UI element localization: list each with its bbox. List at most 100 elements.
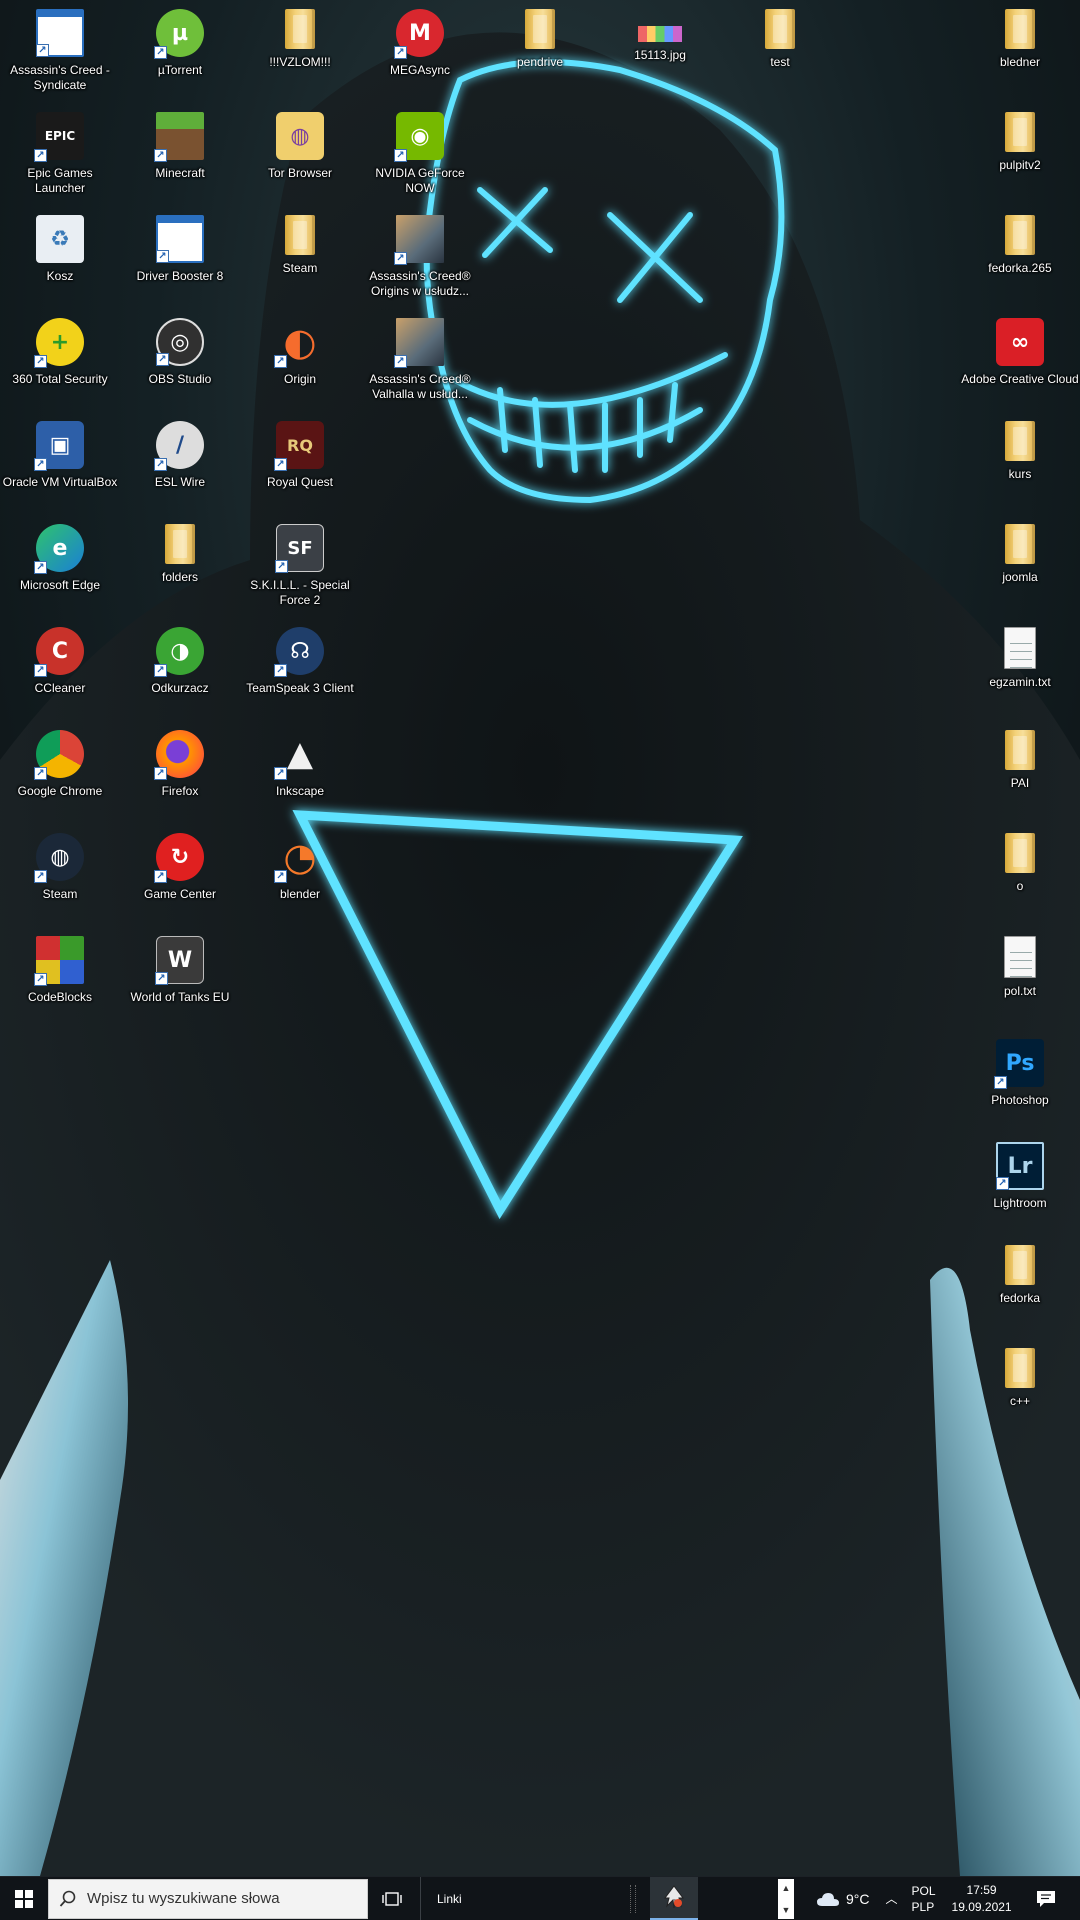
- desktop-icon-pulpitv2[interactable]: pulpitv2: [960, 103, 1080, 203]
- keyboard-layout-code: PLP: [911, 1899, 935, 1914]
- desktop-icon-origin[interactable]: ◐ ↗ Origin: [240, 309, 360, 409]
- scroll-down-icon[interactable]: ▼: [782, 1901, 791, 1919]
- scroll-up-icon[interactable]: ▲: [782, 1879, 791, 1897]
- desktop-icon-fedorka-265[interactable]: fedorka.265: [960, 206, 1080, 306]
- desktop-icon-folders[interactable]: folders: [120, 515, 240, 615]
- shortcut-arrow-icon: ↗: [994, 1076, 1007, 1089]
- desktop-icon-label: µTorrent: [157, 63, 203, 77]
- desktop-icon-teamspeak[interactable]: ☊ ↗ TeamSpeak 3 Client: [240, 618, 360, 718]
- toolbar-scroll-arrows[interactable]: ▲ ▼: [778, 1878, 794, 1919]
- search-input[interactable]: [87, 1890, 347, 1907]
- desktop-icon-skill-sf2[interactable]: SF ↗ S.K.I.L.L. - Special Force 2: [240, 515, 360, 615]
- folder-icon: [765, 9, 795, 49]
- desktop-icon-ac-valhalla[interactable]: ↗ Assassin's Creed® Valhalla w usłud...: [360, 309, 480, 409]
- desktop-icon-360-total-security[interactable]: + ↗ 360 Total Security: [0, 309, 120, 409]
- desktop-icon-pendrive[interactable]: pendrive: [480, 0, 600, 100]
- desktop-icon-joomla[interactable]: joomla: [960, 515, 1080, 615]
- desktop-icon-edge[interactable]: e ↗ Microsoft Edge: [0, 515, 120, 615]
- shortcut-arrow-icon: ↗: [34, 870, 47, 883]
- desktop-icon-ccleaner[interactable]: C ↗ CCleaner: [0, 618, 120, 718]
- folder-icon: [1005, 9, 1035, 49]
- odkurzacz-icon: ◑ ↗: [154, 627, 204, 677]
- desktop-icon-codeblocks[interactable]: ↗ CodeBlocks: [0, 927, 120, 1027]
- desktop-icon-test[interactable]: test: [720, 0, 840, 100]
- desktop-icon-nvidia-geforce-now[interactable]: ◉ ↗ NVIDIA GeForce NOW: [360, 103, 480, 203]
- desktop-icon-firefox[interactable]: ↗ Firefox: [120, 721, 240, 821]
- taskbar-clock[interactable]: 17:59 19.09.2021: [952, 1882, 1012, 1916]
- desktop-icon-virtualbox[interactable]: ▣ ↗ Oracle VM VirtualBox: [0, 412, 120, 512]
- desktop-icon-lightroom[interactable]: Lr ↗ Lightroom: [960, 1133, 1080, 1233]
- desktop-icon-label: Kosz: [46, 269, 74, 283]
- desktop-icon-label: Assassin's Creed® Valhalla w usłud...: [369, 372, 471, 401]
- action-center-button[interactable]: [1032, 1890, 1060, 1908]
- desktop-icon-label: Game Center: [143, 887, 217, 901]
- folder-icon: [1005, 833, 1035, 873]
- desktop-icon-blender[interactable]: ◔ ↗ blender: [240, 824, 360, 924]
- minecraft-icon: ↗: [154, 112, 204, 162]
- desktop-icon-label: ESL Wire: [154, 475, 206, 489]
- desktop-icon-egzamin[interactable]: egzamin.txt: [960, 618, 1080, 718]
- desktop-icon-steam[interactable]: ◍ ↗ Steam: [0, 824, 120, 924]
- desktop-icon-esl-wire[interactable]: / ↗ ESL Wire: [120, 412, 240, 512]
- clock-time: 17:59: [966, 1882, 997, 1897]
- desktop-icon-adobe-cc[interactable]: ∞ Adobe Creative Cloud: [960, 309, 1080, 409]
- text-file-icon: [1004, 627, 1036, 669]
- desktop-icon-vzlom[interactable]: !!!VZLOM!!!: [240, 0, 360, 100]
- task-view-button[interactable]: [368, 1877, 416, 1920]
- desktop-icon-utorrent[interactable]: µ ↗ µTorrent: [120, 0, 240, 100]
- desktop-icon-royal-quest[interactable]: RQ ↗ Royal Quest: [240, 412, 360, 512]
- show-hidden-icons-chevron-icon[interactable]: ︿: [886, 1890, 898, 1907]
- desktop-icon-photoshop[interactable]: Ps ↗ Photoshop: [960, 1030, 1080, 1130]
- folder-icon: [1005, 1348, 1035, 1388]
- desktop-icon-bledner[interactable]: bledner: [960, 0, 1080, 100]
- start-button[interactable]: [0, 1877, 48, 1920]
- links-toolbar[interactable]: Linki: [420, 1876, 630, 1920]
- desktop-icon-inkscape[interactable]: ▲ ↗ Inkscape: [240, 721, 360, 821]
- desktop-icon-world-of-tanks[interactable]: W ↗ World of Tanks EU: [120, 927, 240, 1027]
- language-code: POL: [911, 1883, 936, 1898]
- desktop-icon-label: fedorka.265: [988, 261, 1052, 275]
- folder-icon: [525, 9, 555, 49]
- desktop-icon-label: bledner: [999, 55, 1041, 69]
- desktop-icon-pol-txt[interactable]: pol.txt: [960, 927, 1080, 1027]
- desktop-icon-label: Tor Browser: [267, 166, 332, 180]
- taskbar-search-box[interactable]: [48, 1878, 368, 1919]
- shortcut-arrow-icon: ↗: [274, 767, 287, 780]
- taskbar-app-inkscape[interactable]: [650, 1876, 698, 1920]
- desktop-icon-label: Steam: [42, 887, 78, 901]
- desktop-icon-steam-folder[interactable]: Steam: [240, 206, 360, 306]
- desktop-icon-label: PAI: [1010, 776, 1030, 790]
- desktop-icon-o[interactable]: o: [960, 824, 1080, 924]
- desktop-icon-label: Lightroom: [993, 1196, 1047, 1210]
- desktop-icon-pai[interactable]: PAI: [960, 721, 1080, 821]
- shortcut-arrow-icon: ↗: [394, 252, 407, 265]
- input-language-indicator[interactable]: POL PLP: [912, 1883, 936, 1915]
- desktop-icon-odkurzacz[interactable]: ◑ ↗ Odkurzacz: [120, 618, 240, 718]
- desktop-icon-megasync[interactable]: M ↗ MEGAsync: [360, 0, 480, 100]
- lightroom-icon: Lr ↗: [996, 1142, 1044, 1190]
- desktop-icon-fedorka[interactable]: fedorka: [960, 1236, 1080, 1336]
- desktop-icon-game-center[interactable]: ↻ ↗ Game Center: [120, 824, 240, 924]
- desktop-icon-ac-origins[interactable]: ↗ Assassin's Creed® Origins w usłudz...: [360, 206, 480, 306]
- desktop-icon-label: joomla: [1002, 570, 1038, 584]
- steam-icon: ◍ ↗: [34, 833, 84, 883]
- desktop-icon-label: test: [770, 55, 790, 69]
- shortcut-arrow-icon: ↗: [154, 767, 167, 780]
- desktop-icon-minecraft[interactable]: ↗ Minecraft: [120, 103, 240, 203]
- task-view-icon: [382, 1891, 402, 1906]
- desktop-icon-kurs[interactable]: kurs: [960, 412, 1080, 512]
- desktop-icon-obs-studio[interactable]: ◎ ↗ OBS Studio: [120, 309, 240, 409]
- toolbar-separator[interactable]: [630, 1884, 636, 1913]
- desktop-icon-cpp[interactable]: c++: [960, 1339, 1080, 1439]
- desktop-icon-driver-booster[interactable]: ↗ Driver Booster 8: [120, 206, 240, 306]
- desktop-icon-tor-browser[interactable]: ◍ Tor Browser: [240, 103, 360, 203]
- folder-icon: [285, 215, 315, 255]
- desktop-icon-assassins-creed-syndicate[interactable]: ↗ Assassin's Creed - Syndicate: [0, 0, 120, 100]
- desktop-icon-kosz[interactable]: ♻ Kosz: [0, 206, 120, 306]
- desktop-icon-jpg-15113[interactable]: 15113.jpg: [600, 0, 720, 100]
- clock-date: 19.09.2021: [951, 1899, 1012, 1914]
- desktop-icon-epic-games[interactable]: EPIC ↗ Epic Games Launcher: [0, 103, 120, 203]
- weather-widget[interactable]: 9°C: [816, 1891, 870, 1907]
- teamspeak-icon: ☊ ↗: [274, 627, 324, 677]
- desktop-icon-chrome[interactable]: ↗ Google Chrome: [0, 721, 120, 821]
